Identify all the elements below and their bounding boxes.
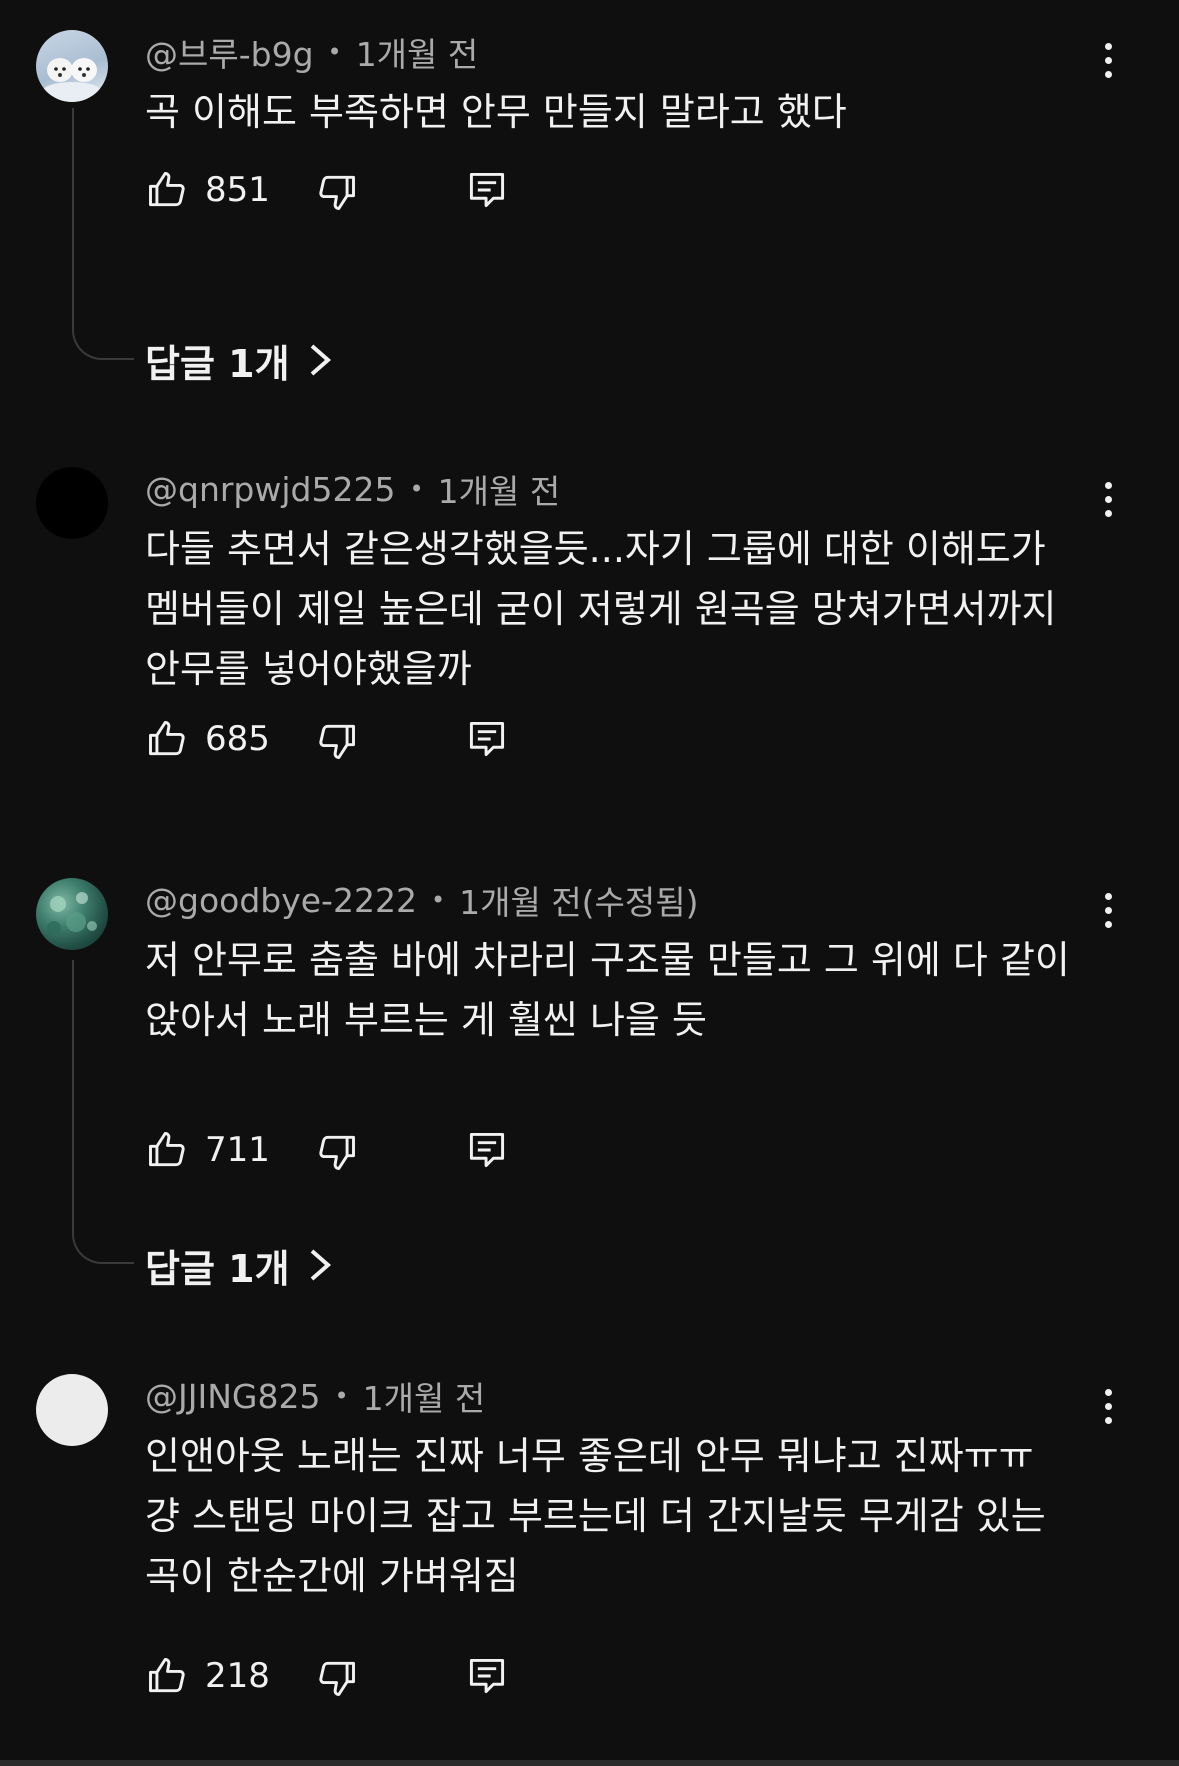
thumbs-up-icon[interactable] [145,1128,189,1172]
like-count: 711 [205,1130,270,1170]
puppies-avatar-icon [42,58,102,102]
like-count: 851 [205,170,270,210]
comment-author[interactable]: @브루-b9g [145,28,314,76]
meta-separator: • [409,475,424,503]
thumbs-down-icon[interactable] [315,1130,359,1174]
thread-line [72,960,134,1264]
like-count: 685 [205,719,270,759]
chevron-right-icon [310,344,331,376]
comment-meta: @qnrpwjd5225 • 1개월 전 [145,467,561,512]
comment-text: 다들 추면서 같은생각했을듯...자기 그룹에 대한 이해도가 멤버들이 제일 … [145,519,1105,699]
comment-text-line: 인앤아웃 노래는 진짜 너무 좋은데 안무 뭐냐고 진짜ㅠㅠ [145,1434,1034,1478]
avatar[interactable] [36,878,108,950]
thumbs-down-icon[interactable] [315,719,359,763]
comment-text-line: 앉아서 노래 부르는 게 훨씬 나을 듯 [145,998,707,1042]
like-count: 218 [205,1656,270,1696]
comment-meta: @브루-b9g • 1개월 전 [145,30,478,74]
comment-time: 1개월 전 [437,472,561,511]
meta-separator: • [327,38,342,66]
thumbs-up-icon[interactable] [145,1654,189,1698]
comment-text-line: 저 안무로 춤출 바에 차라리 구조물 만들고 그 위에 다 같이 [145,938,1070,982]
thread-line [72,108,134,360]
comment-time: 1개월 전 [362,1379,486,1418]
divider [0,1760,1179,1766]
avatar[interactable] [36,30,108,102]
comment-time: 1개월 전(수정됨) [459,883,699,922]
comment-text: 곡 이해도 부족하면 안무 만들지 말라고 했다 [145,82,1105,142]
thumbs-down-icon[interactable] [315,170,359,214]
comment-meta: @JJING825 • 1개월 전 [145,1374,486,1419]
reply-comment-icon[interactable] [465,717,509,761]
thumbs-up-icon[interactable] [145,717,189,761]
thumbs-up-icon[interactable] [145,168,189,212]
comment-actions: 851 [145,160,545,220]
comment-meta: @goodbye-2222 • 1개월 전(수정됨) [145,878,699,923]
view-replies-link[interactable]: 답글 1개 [145,1235,332,1295]
comment-author[interactable]: @JJING825 [145,1377,320,1416]
comment-time: 1개월 전 [355,35,479,74]
avatar[interactable] [36,467,108,539]
comment-text-line: 안무를 넣어야했을까 [145,647,472,691]
view-replies-link[interactable]: 답글 1개 [145,330,332,390]
reply-comment-icon[interactable] [465,1128,509,1172]
reply-comment-icon[interactable] [465,1654,509,1698]
meta-separator: • [430,886,446,914]
avatar[interactable] [36,1374,108,1446]
comment-text-line: 걍 스탠딩 마이크 잡고 부르는데 더 간지날듯 무게감 있는 [145,1494,1046,1538]
replies-label: 답글 1개 [145,1246,290,1291]
comment-text: 인앤아웃 노래는 진짜 너무 좋은데 안무 뭐냐고 진짜ㅠㅠ 걍 스탠딩 마이크… [145,1426,1105,1606]
comment-text-line: 멤버들이 제일 높은데 굳이 저렇게 원곡을 망쳐가면서까지 [145,587,1057,631]
chevron-right-icon [310,1249,331,1281]
comment-actions: 685 [145,709,545,769]
meta-separator: • [334,1382,349,1410]
comment-text-line: 곡 이해도 부족하면 안무 만들지 말라고 했다 [145,90,847,134]
comment-actions: 711 [145,1120,545,1180]
comment-text-line: 곡이 한순간에 가벼워짐 [145,1554,519,1598]
replies-label: 답글 1개 [145,341,290,386]
thumbs-down-icon[interactable] [315,1656,359,1700]
comment-author[interactable]: @qnrpwjd5225 [145,470,395,509]
comment-text-line: 다들 추면서 같은생각했을듯...자기 그룹에 대한 이해도가 [145,527,1046,571]
comment-text: 저 안무로 춤출 바에 차라리 구조물 만들고 그 위에 다 같이 앉아서 노래… [145,930,1105,1050]
comment-actions: 218 [145,1646,545,1706]
more-vert-icon[interactable] [1090,30,1126,90]
comment-author[interactable]: @goodbye-2222 [145,881,417,920]
reply-comment-icon[interactable] [465,168,509,212]
green-avatar-icon [47,892,97,935]
